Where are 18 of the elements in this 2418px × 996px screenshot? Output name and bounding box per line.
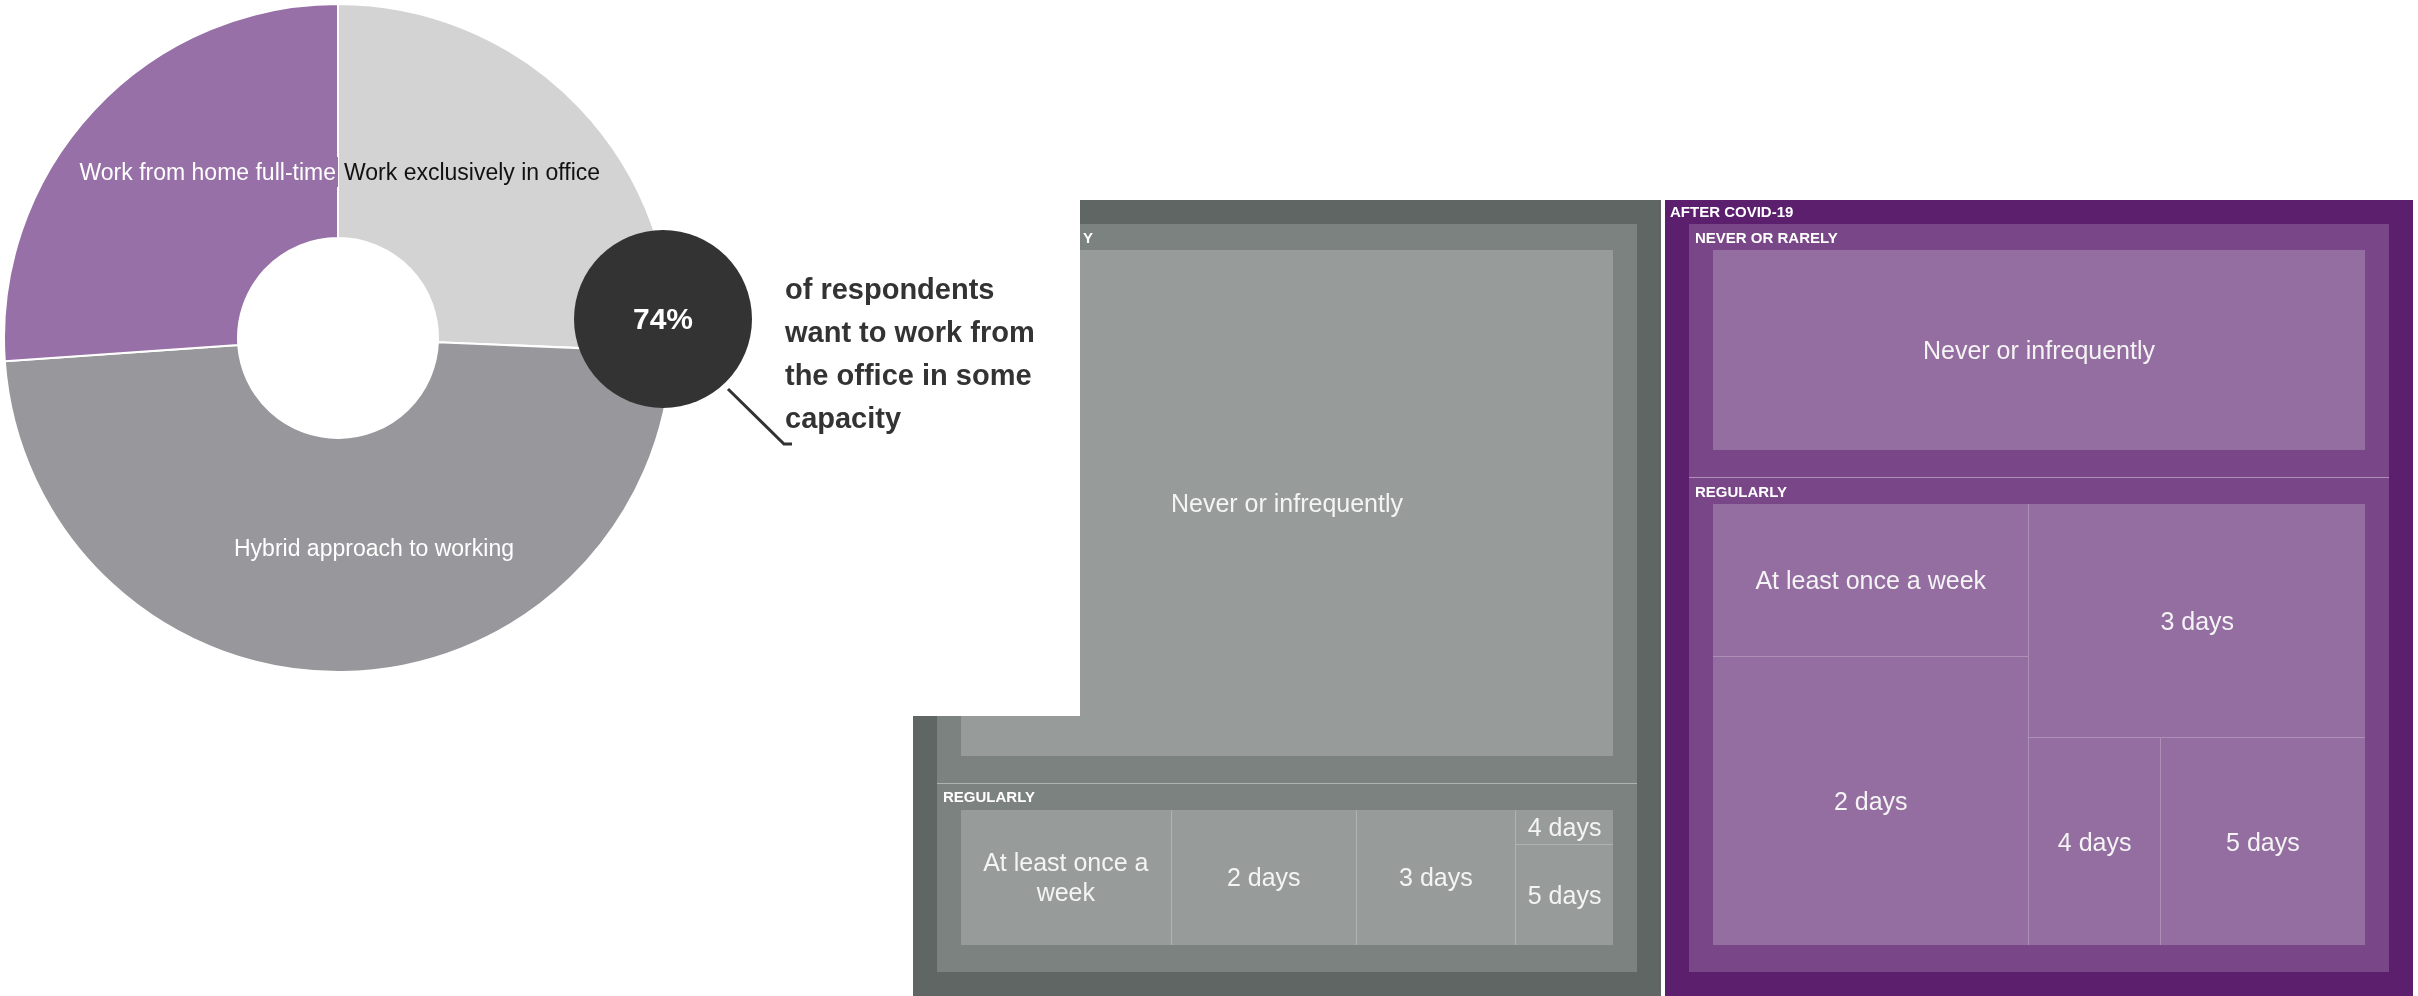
slice-label: Work from home full-time [77,157,338,187]
panel-title: AFTER COVID-19 [1670,203,1794,220]
treemap-cell: Never or infrequently [1713,250,2365,451]
treemap-cell: At least once a week [1713,504,2029,656]
treemap-cell: 5 days [2160,738,2365,945]
treemap-cell: 2 days [1171,809,1356,945]
treemap-cell: 4 days [1516,809,1613,844]
slice-label: Hybrid approach to working [233,534,515,563]
group-label: NEVER OR RARELY [1695,228,1838,246]
treemap-cell: At least once a week [961,809,1171,945]
group-label: REGULARLY [1695,482,1787,500]
treemap-cell: 4 days [2029,738,2160,945]
group-label: REGULARLY [943,788,1035,806]
treemap-cell: 2 days [1713,656,2029,945]
treemap-cell: 5 days [1516,844,1613,945]
treemap-cell: 3 days [1356,809,1516,945]
group-label: Y [1083,228,1093,246]
treemap-cell: 3 days [2029,504,2365,738]
